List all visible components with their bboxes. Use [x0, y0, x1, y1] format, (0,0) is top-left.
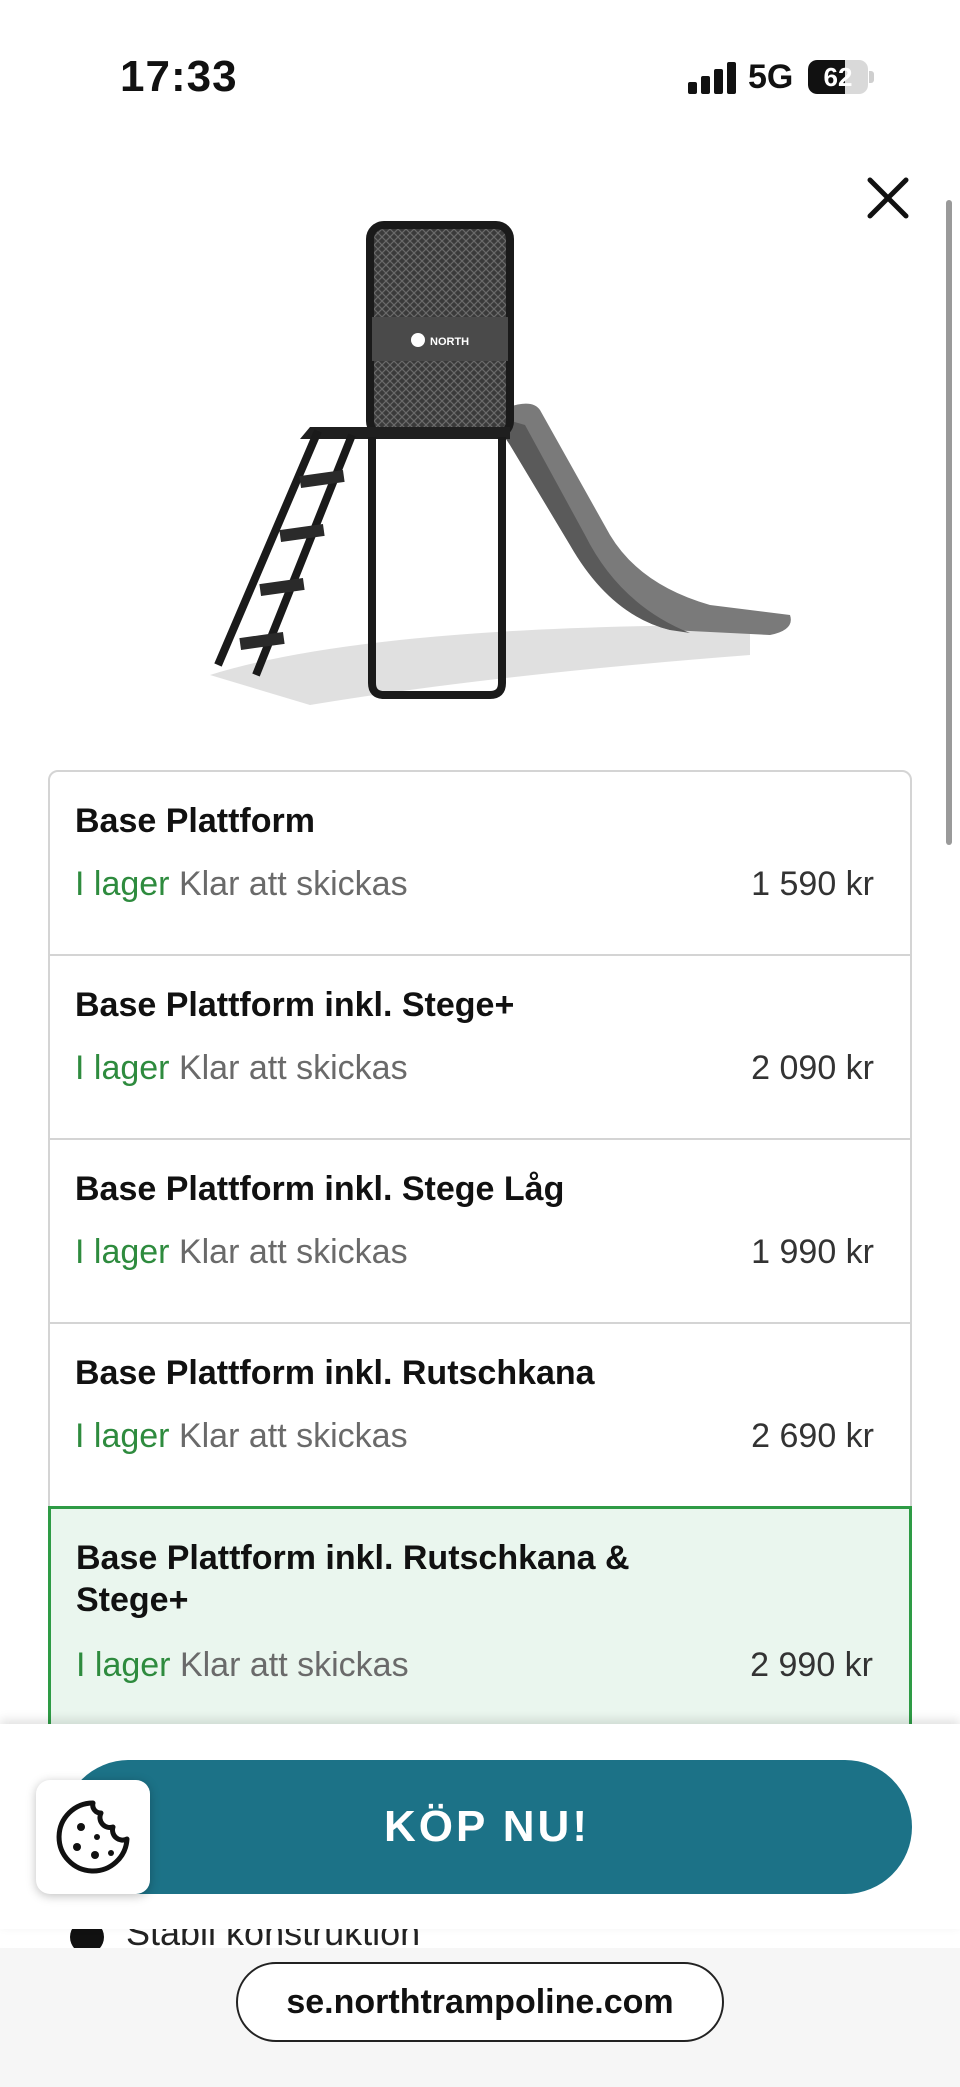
signal-icon: [688, 62, 736, 94]
variant-price: 2 690 kr: [751, 1417, 874, 1455]
in-stock-label: I lager: [75, 865, 170, 903]
browser-bar: se.northtrampoline.com: [0, 1948, 960, 2087]
shipping-status: Klar att skickas: [178, 1049, 408, 1087]
status-time: 17:33: [120, 52, 238, 101]
buy-bar: KÖP NU!: [0, 1724, 960, 1929]
cookie-icon: [56, 1800, 130, 1874]
buy-now-button[interactable]: KÖP NU!: [62, 1760, 912, 1894]
variant-option[interactable]: Base Plattform inkl. Stege+ I lager Klar…: [48, 954, 912, 1140]
network-label: 5G: [748, 58, 794, 96]
battery-level: 62: [823, 62, 853, 92]
shipping-status: Klar att skickas: [178, 865, 408, 903]
variant-price: 1 590 kr: [751, 865, 874, 903]
in-stock-label: I lager: [75, 1233, 170, 1271]
in-stock-label: I lager: [76, 1646, 171, 1684]
variant-name: Base Plattform: [75, 802, 315, 840]
variant-option[interactable]: Base Plattform inkl. Stege Låg I lager K…: [48, 1138, 912, 1324]
scroll-indicator[interactable]: [946, 200, 952, 845]
shipping-status: Klar att skickas: [178, 1417, 408, 1455]
variant-availability: I lager Klar att skickas: [75, 1416, 408, 1456]
variant-name: Base Plattform inkl. Stege Låg: [75, 1170, 565, 1208]
shipping-status: Klar att skickas: [178, 1233, 408, 1271]
variant-availability: I lager Klar att skickas: [75, 1048, 408, 1088]
variant-availability: I lager Klar att skickas: [75, 1232, 408, 1272]
variant-availability: I lager Klar att skickas: [76, 1645, 409, 1685]
variant-option[interactable]: Base Plattform inkl. Rutschkana I lager …: [48, 1322, 912, 1508]
cookie-settings-button[interactable]: [36, 1780, 150, 1894]
variant-option[interactable]: Base Plattform I lager Klar att skickas …: [48, 770, 912, 956]
url-bar[interactable]: se.northtrampoline.com: [236, 1962, 724, 2042]
variant-name: Base Plattform inkl. Rutschkana & Stege+: [76, 1539, 630, 1619]
close-icon: [867, 177, 909, 219]
in-stock-label: I lager: [75, 1417, 170, 1455]
in-stock-label: I lager: [75, 1049, 170, 1087]
status-bar: 17:33 5G 62: [0, 0, 960, 150]
variant-price: 2 990 kr: [750, 1646, 873, 1684]
battery-icon: 62: [808, 60, 874, 94]
close-button[interactable]: [862, 172, 914, 224]
variant-price: 2 090 kr: [751, 1049, 874, 1087]
shipping-status: Klar att skickas: [179, 1646, 409, 1684]
variant-price: 1 990 kr: [751, 1233, 874, 1271]
product-logo-text: NORTH: [430, 336, 469, 348]
variant-availability: I lager Klar att skickas: [75, 864, 408, 904]
product-image: NORTH: [190, 205, 810, 715]
variant-option-selected[interactable]: Base Plattform inkl. Rutschkana & Stege+…: [48, 1506, 912, 1736]
variant-name: Base Plattform inkl. Rutschkana: [75, 1354, 595, 1392]
variant-name: Base Plattform inkl. Stege+: [75, 986, 515, 1024]
